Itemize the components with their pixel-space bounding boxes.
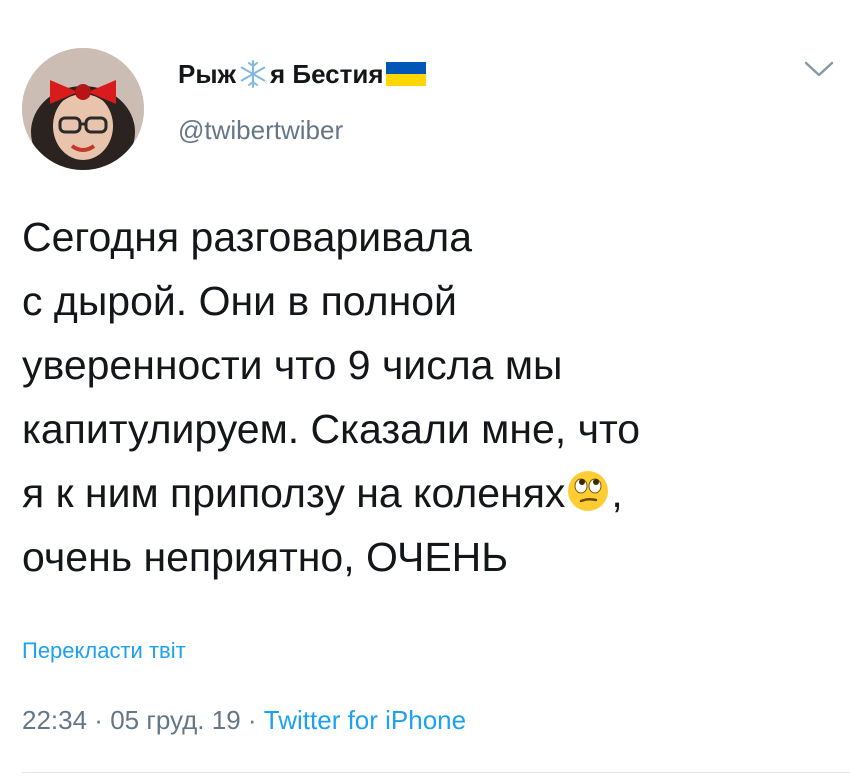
tweet-line: Сегодня разговаривала [22, 214, 472, 260]
tweet-date[interactable]: 05 груд. 19 [110, 705, 240, 735]
tweet-line: с дырой. Они в полной [22, 278, 457, 324]
avatar-image [22, 48, 144, 170]
tweet-line-with-emoji: я к ним приползу на коленях , [22, 461, 842, 525]
tweet-time[interactable]: 22:34 [22, 705, 87, 735]
tweet-line: очень неприятно, ОЧЕНЬ [22, 534, 509, 580]
tweet-source-link[interactable]: Twitter for iPhone [264, 705, 466, 735]
author-name-part1: Рыж [178, 58, 236, 89]
face-with-rolling-eyes-emoji [568, 471, 609, 511]
chevron-down-icon[interactable] [802, 58, 836, 80]
ukraine-flag-icon [385, 62, 426, 86]
previous-tweet-cutoff [0, 0, 850, 14]
tweet-line-text: я к ним приползу на коленях [22, 470, 566, 516]
tweet-line-punct: , [611, 470, 623, 516]
meta-separator: · [87, 705, 111, 735]
author-handle[interactable]: @twibertwiber [178, 115, 343, 146]
snowflake-icon [240, 60, 266, 88]
divider [22, 772, 850, 773]
tweet-line: уверенности что 9 числа мы [22, 342, 563, 388]
translate-tweet-link[interactable]: Перекласти твіт [22, 638, 186, 664]
meta-separator: · [240, 705, 264, 735]
tweet-metadata: 22:34 · 05 груд. 19 · Twitter for iPhone [22, 705, 466, 736]
tweet-text: Сегодня разговаривала с дырой. Они в пол… [22, 205, 842, 589]
avatar[interactable] [22, 48, 144, 170]
author-name-part2: я Бестия [269, 58, 384, 89]
tweet-line: капитулируем. Сказали мне, что [22, 406, 641, 452]
author-name[interactable]: Рыж я Бестия [178, 57, 426, 91]
